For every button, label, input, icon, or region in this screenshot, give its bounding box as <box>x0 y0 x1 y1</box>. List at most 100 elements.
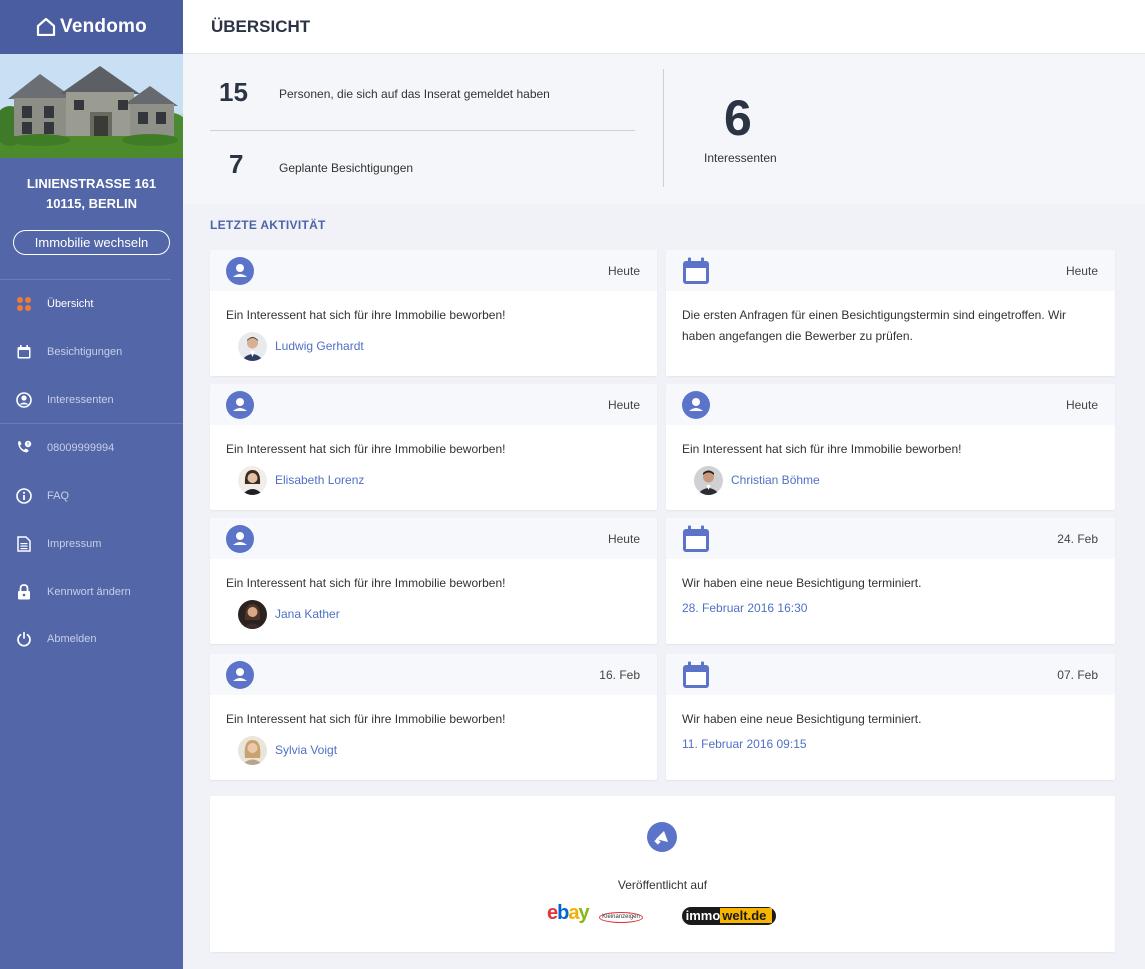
activity-card: Heute Die ersten Anfragen für einen Besi… <box>666 250 1115 376</box>
document-icon <box>16 536 32 552</box>
stats-divider <box>210 130 635 131</box>
activity-text: Ein Interessent hat sich für ihre Immobi… <box>226 308 506 322</box>
applicant-name[interactable]: Elisabeth Lorenz <box>275 470 364 491</box>
avatar <box>238 466 267 495</box>
calendar-icon <box>682 257 710 290</box>
applicant-name[interactable]: Christian Böhme <box>731 470 820 491</box>
nav-label: Impressum <box>47 538 102 550</box>
applicant-name[interactable]: Jana Kather <box>275 604 340 625</box>
ebay-sub-logo: Kleinanzeigen <box>599 912 643 923</box>
activity-text: Ein Interessent hat sich für ihre Immobi… <box>226 712 506 726</box>
home-icon <box>36 18 56 36</box>
activity-card: 16. Feb Ein Interessent hat sich für ihr… <box>210 654 657 780</box>
activity-card: Heute Ein Interessent hat sich für ihre … <box>210 250 657 376</box>
immowelt-logo[interactable]: immo welt.de <box>682 907 776 925</box>
nav-divider <box>0 423 183 424</box>
calendar-icon <box>682 661 710 694</box>
grid-dots-icon <box>16 296 32 312</box>
avatar <box>238 332 267 361</box>
activity-text: Ein Interessent hat sich für ihre Immobi… <box>682 442 962 456</box>
address-street: LINIENSTRASSE 161 <box>26 176 157 191</box>
immowelt-logo-part: welt.de <box>720 908 773 923</box>
published-label: Veröffentlicht auf <box>617 878 708 892</box>
info-icon <box>16 488 32 504</box>
nav-item-besichtigungen[interactable]: Besichtigungen <box>0 340 183 364</box>
activity-card: Heute Ein Interessent hat sich für ihre … <box>666 384 1115 510</box>
brand-name: Vendomo <box>60 16 147 37</box>
applicant[interactable]: Sylvia Voigt <box>238 736 641 765</box>
activity-date: 16. Feb <box>599 668 640 682</box>
page-title: ÜBERSICHT <box>211 17 311 36</box>
nav-label: Abmelden <box>47 633 97 645</box>
activity-text: Die ersten Anfragen für einen Besichtigu… <box>682 308 1066 343</box>
nav-item-interessenten[interactable]: Interessenten <box>0 388 183 412</box>
activity-card: 24. Feb Wir haben eine neue Besichtigung… <box>666 518 1115 644</box>
user-avatar-icon <box>226 257 254 290</box>
activity-date: Heute <box>607 398 640 412</box>
sidebar-divider <box>0 279 171 280</box>
appointment-link[interactable]: 11. Februar 2016 09:15 <box>682 734 1099 755</box>
activity-card: Heute Ein Interessent hat sich für ihre … <box>210 518 657 644</box>
lock-icon <box>16 584 32 600</box>
activity-date: 24. Feb <box>1057 532 1098 546</box>
nav-label: FAQ <box>47 490 70 502</box>
activity-card: 07. Feb Wir haben eine neue Besichtigung… <box>666 654 1115 780</box>
activity-text: Ein Interessent hat sich für ihre Immobi… <box>226 442 506 456</box>
nav-label: Besichtigungen <box>47 346 123 358</box>
nav-item-abmelden[interactable]: Abmelden <box>0 627 183 651</box>
applicant[interactable]: Elisabeth Lorenz <box>238 466 641 495</box>
brand[interactable]: Vendomo <box>0 0 183 54</box>
nav-item-uebersicht[interactable]: Übersicht <box>0 292 183 316</box>
applicant[interactable]: Jana Kather <box>238 600 641 629</box>
user-avatar-icon <box>226 525 254 558</box>
svg-text:?: ? <box>27 442 30 447</box>
nav-label: Kennwort ändern <box>47 586 131 598</box>
nav-item-faq[interactable]: FAQ <box>0 484 183 508</box>
activity-date: 07. Feb <box>1057 668 1098 682</box>
interested-count: 6 <box>724 90 752 146</box>
address-city: 10115, BERLIN <box>45 196 138 211</box>
applicants-count: 15 <box>219 77 248 107</box>
activity-card: Heute Ein Interessent hat sich für ihre … <box>210 384 657 510</box>
activity-date: Heute <box>607 264 640 278</box>
applicants-label: Personen, die sich auf das Inserat gemel… <box>279 87 550 101</box>
activity-date: Heute <box>607 532 640 546</box>
activity-text: Wir haben eine neue Besichtigung termini… <box>682 712 922 726</box>
user-avatar-icon <box>226 391 254 424</box>
stats-panel: 15 Personen, die sich auf das Inserat ge… <box>183 54 1145 204</box>
avatar <box>694 466 723 495</box>
applicant[interactable]: Ludwig Gerhardt <box>238 332 641 361</box>
activity-text: Ein Interessent hat sich für ihre Immobi… <box>226 576 506 590</box>
nav-item-impressum[interactable]: Impressum <box>0 532 183 556</box>
applicant-name[interactable]: Ludwig Gerhardt <box>275 336 364 357</box>
nav-label: 08009999994 <box>47 442 115 454</box>
power-icon <box>16 631 32 647</box>
immowelt-logo-text: immo welt.de <box>682 907 776 925</box>
sidebar: Vendomo LINIENSTRASSE 161 10115, BERLIN … <box>0 0 183 969</box>
property-address: LINIENSTRASSE 161 10115, BERLIN <box>0 174 183 214</box>
switch-property-button[interactable]: Immobilie wechseln <box>13 230 170 255</box>
stats-divider-vertical <box>663 69 664 187</box>
nav-label: Interessenten <box>47 394 114 406</box>
activity-date: Heute <box>1065 398 1098 412</box>
user-avatar-icon <box>226 661 254 694</box>
interested-label: Interessenten <box>704 151 777 165</box>
header: ÜBERSICHT <box>183 0 1145 54</box>
activity-text: Wir haben eine neue Besichtigung termini… <box>682 576 922 590</box>
appointment-link[interactable]: 28. Februar 2016 16:30 <box>682 598 1099 619</box>
applicant[interactable]: Christian Böhme <box>694 466 1099 495</box>
nav-item-phone[interactable]: ? 08009999994 <box>0 436 183 460</box>
nav-item-kennwort[interactable]: Kennwort ändern <box>0 580 183 604</box>
megaphone-icon <box>647 822 677 857</box>
immowelt-logo-part: immo <box>685 908 721 923</box>
section-title-activity: LETZTE AKTIVITÄT <box>210 218 326 232</box>
calendar-icon <box>682 525 710 558</box>
user-circle-icon <box>16 392 32 408</box>
avatar <box>238 600 267 629</box>
ebay-logo[interactable]: ebay Kleinanzeigen <box>547 902 647 926</box>
property-photo <box>0 54 183 158</box>
calendar-icon <box>16 344 32 360</box>
viewings-count: 7 <box>229 149 244 179</box>
avatar <box>238 736 267 765</box>
applicant-name[interactable]: Sylvia Voigt <box>275 740 337 761</box>
